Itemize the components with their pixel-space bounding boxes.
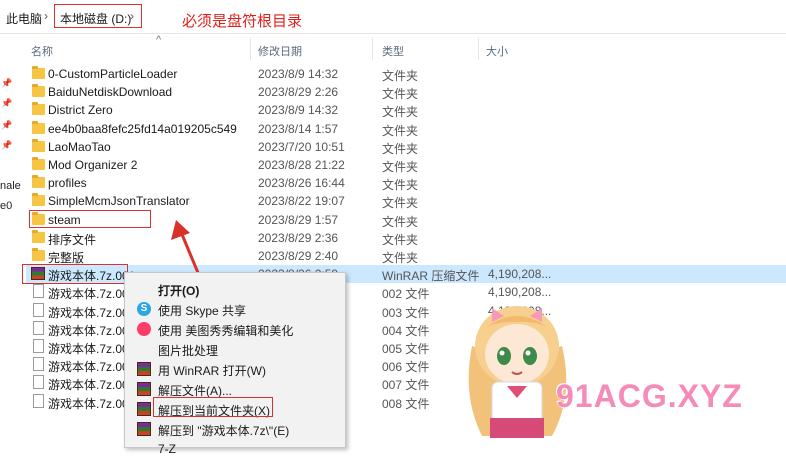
winrar-icon [137, 362, 151, 376]
winrar-icon [137, 382, 151, 396]
menu-item-extract-files[interactable]: 解压文件(A)... [125, 379, 345, 399]
menu-item-meitu-edit[interactable]: 使用 美图秀秀编辑和美化 [125, 319, 345, 339]
skype-icon: S [137, 302, 151, 316]
menu-item-extract-to-folder[interactable]: 解压到 "游戏本体.7z\"(E) [125, 419, 345, 439]
context-menu: 打开(O) S 使用 Skype 共享 使用 美图秀秀编辑和美化 图片批处理 用… [124, 272, 346, 456]
menu-item-open-with-winrar[interactable]: 用 WinRAR 打开(W) [125, 359, 345, 379]
menu-item-skype-share[interactable]: S 使用 Skype 共享 [125, 299, 345, 319]
menu-item-7zip[interactable]: 7-Z [125, 439, 345, 459]
menu-item-label: 打开(O) [158, 284, 200, 298]
menu-item-label: 7-Z [158, 442, 176, 456]
winrar-icon [137, 402, 151, 416]
mascot-illustration [468, 306, 567, 438]
watermark-logo: 91ACG.XYZ [556, 378, 743, 414]
menu-item-label: 使用 美图秀秀编辑和美化 [158, 324, 294, 338]
menu-item-label: 解压到 "游戏本体.7z\"(E) [158, 424, 290, 438]
menu-item-open[interactable]: 打开(O) [125, 279, 345, 299]
meitu-icon [137, 322, 151, 336]
menu-item-image-batch[interactable]: 图片批处理 [125, 339, 345, 359]
menu-item-label: 用 WinRAR 打开(W) [158, 364, 266, 378]
menu-item-label: 使用 Skype 共享 [158, 304, 247, 318]
extract-here-highlight-box [153, 397, 273, 417]
winrar-icon [137, 422, 151, 436]
menu-item-label: 图片批处理 [158, 344, 219, 358]
